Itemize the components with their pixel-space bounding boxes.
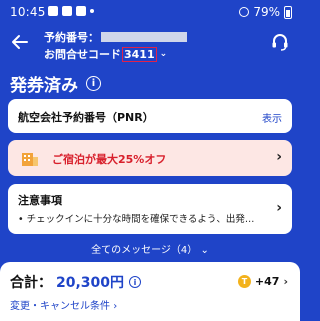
booking-number: 予約番号： [44, 29, 187, 45]
status-bar: 10:45 79% [0, 0, 300, 24]
info-icon[interactable]: i [129, 276, 142, 288]
inquiry-code-row[interactable]: お問合せコード 3411 ⌄ [44, 46, 167, 62]
coin-icon: T [237, 275, 251, 288]
headset-icon[interactable] [270, 32, 290, 52]
inquiry-code-value: 3411 [122, 46, 157, 62]
chevron-right-icon: › [276, 200, 282, 216]
chevron-down-icon: ⌄ [159, 49, 168, 59]
notification-icons [48, 6, 94, 16]
points-value: +47 [254, 275, 280, 288]
pnr-show-button[interactable]: 表示 [262, 110, 282, 125]
total-row: 合計： 20,300円 i [10, 272, 142, 292]
page-title-text: 発券済み [10, 76, 78, 96]
booking-number-label: 予約番号： [44, 31, 99, 44]
total-amount: 20,300円 [56, 275, 125, 291]
page-title: 発券済み i [10, 71, 101, 96]
notice-title: 注意事項 [18, 194, 62, 207]
change-cancel-link[interactable]: 変更・キャンセル条件 › [10, 297, 117, 312]
change-cancel-label: 変更・キャンセル条件 [10, 301, 110, 312]
chevron-down-icon: ⌄ [200, 245, 209, 256]
back-arrow-icon[interactable] [10, 32, 30, 52]
hotel-icon [22, 153, 38, 166]
gallery-icon [62, 6, 72, 16]
booking-number-redacted [101, 32, 187, 42]
bottom-sheet: 合計： 20,300円 i T +47 › 変更・キャンセル条件 › [0, 262, 300, 321]
status-right: 79% [239, 5, 292, 19]
chevron-right-icon: › [113, 301, 118, 312]
battery-icon [284, 5, 292, 19]
hotel-promo-card[interactable]: ご宿泊が最大25%オフ › [8, 140, 292, 176]
pnr-card: 航空会社予約番号（PNR） 表示 [8, 99, 292, 133]
notice-text: • チェックインに十分な時間を確保できるよう、出発… [18, 214, 255, 225]
all-messages-label: 全てのメッセージ（4） [91, 245, 198, 256]
status-time: 10:45 [10, 5, 46, 19]
dot-icon [90, 9, 94, 13]
notice-card[interactable]: 注意事項 • チェックインに十分な時間を確保できるよう、出発… › [8, 184, 292, 234]
chevron-right-icon: › [276, 149, 282, 165]
all-messages-link[interactable]: 全てのメッセージ（4） ⌄ [0, 241, 300, 256]
wifi-icon [239, 7, 250, 17]
notification-icon [48, 6, 58, 16]
battery-percent: 79% [253, 5, 280, 19]
mail-icon [76, 6, 86, 16]
points-button[interactable]: T +47 › [237, 275, 288, 288]
total-label: 合計： [10, 275, 52, 291]
pnr-label: 航空会社予約番号（PNR） [18, 111, 154, 124]
info-icon[interactable]: i [86, 76, 101, 91]
inquiry-code-label: お問合せコード [44, 48, 121, 61]
chevron-right-icon: › [283, 275, 288, 288]
promo-text: ご宿泊が最大25%オフ [52, 153, 167, 166]
